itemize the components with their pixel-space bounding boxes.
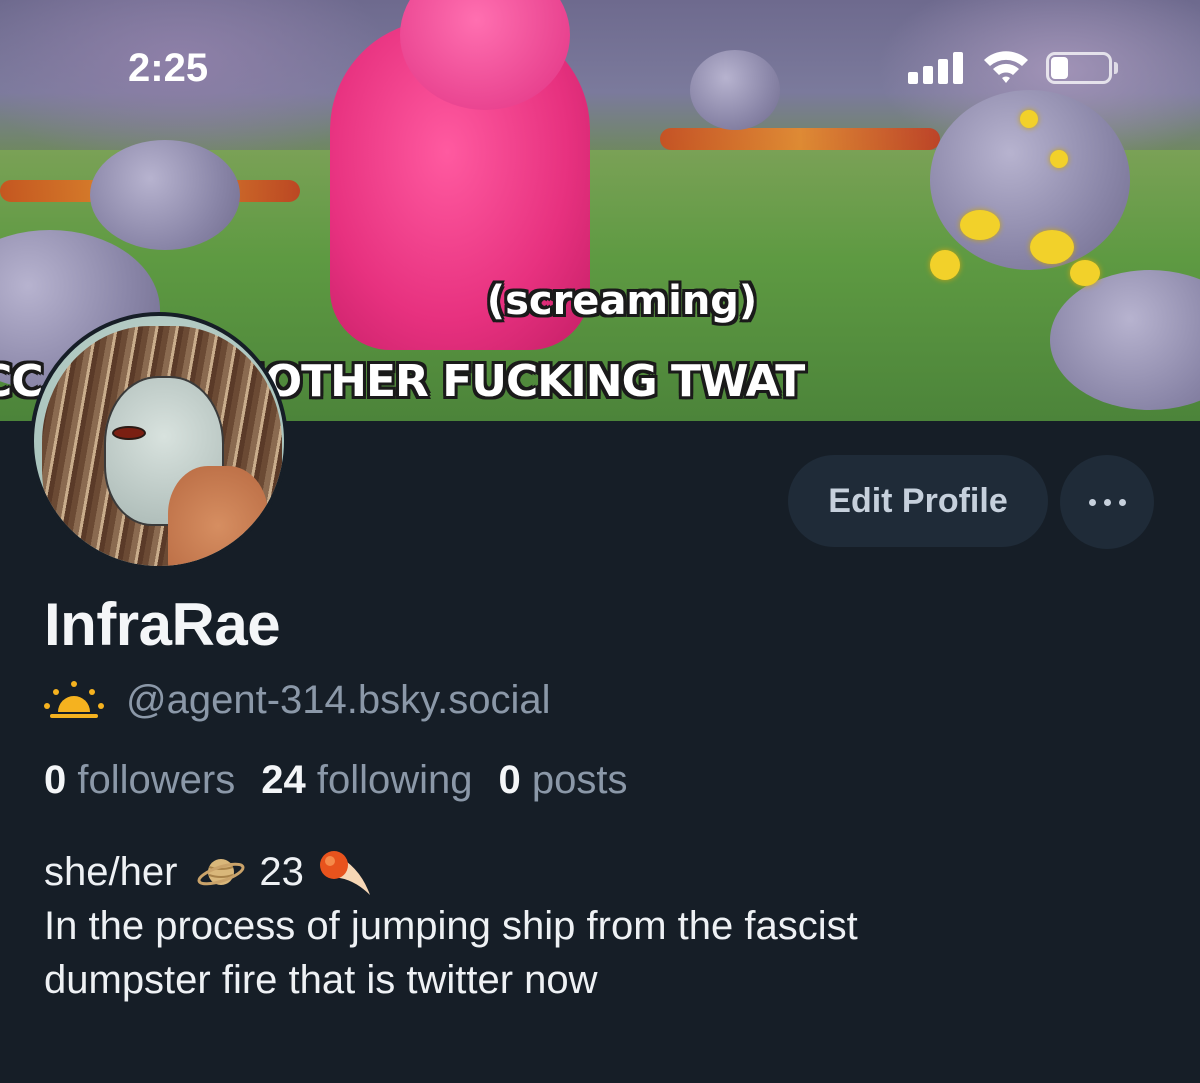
status-time: 2:25	[128, 46, 209, 90]
following-label: following	[316, 758, 473, 802]
planet-icon	[197, 859, 245, 886]
handle-row: @agent-314.bsky.social	[44, 676, 551, 724]
display-name: InfraRae	[44, 591, 281, 658]
banner-flower	[1050, 150, 1068, 168]
following-count: 24	[261, 758, 306, 802]
battery-icon	[1046, 52, 1118, 84]
avatar-hand	[168, 466, 268, 566]
profile-handle[interactable]: @agent-314.bsky.social	[126, 678, 551, 723]
posts-stat: 0 posts	[499, 758, 628, 803]
followers-label: followers	[77, 758, 236, 802]
avatar-eye	[112, 426, 146, 440]
bio-line-1: she/her 23	[44, 845, 1144, 899]
profile-screen: (screaming) CC CKING MOTHER FUCKING TWAT…	[0, 0, 1200, 1083]
status-bar: 2:25	[0, 0, 1200, 120]
banner-flower	[1030, 230, 1074, 264]
banner-flower	[930, 250, 960, 280]
more-options-button[interactable]	[1060, 455, 1154, 549]
ellipsis-icon	[1088, 498, 1126, 506]
profile-bio: she/her 23 In the process of jumping shi…	[44, 845, 1144, 1007]
avatar[interactable]	[30, 312, 288, 570]
bio-pronouns: she/her	[44, 850, 178, 894]
posts-count: 0	[498, 758, 521, 802]
cellular-signal-icon	[908, 52, 966, 84]
banner-flower	[960, 210, 1000, 240]
followers-count: 0	[44, 758, 67, 802]
bio-line-3: dumpster fire that is twitter now	[44, 958, 598, 1002]
following-stat[interactable]: 24 following	[261, 758, 472, 803]
banner-rock	[90, 140, 240, 250]
posts-label: posts	[531, 758, 628, 802]
bio-age: 23	[259, 850, 304, 894]
followers-stat[interactable]: 0 followers	[44, 758, 235, 803]
bio-line-2: In the process of jumping ship from the …	[44, 904, 858, 948]
sun-icon	[44, 681, 104, 718]
profile-stats: 0 followers 24 following 0 posts	[44, 758, 653, 803]
battery-level	[1051, 57, 1068, 79]
banner-lava	[660, 128, 940, 150]
wifi-icon	[984, 51, 1028, 83]
comet-icon	[319, 851, 370, 895]
edit-profile-button[interactable]: Edit Profile	[788, 455, 1048, 547]
